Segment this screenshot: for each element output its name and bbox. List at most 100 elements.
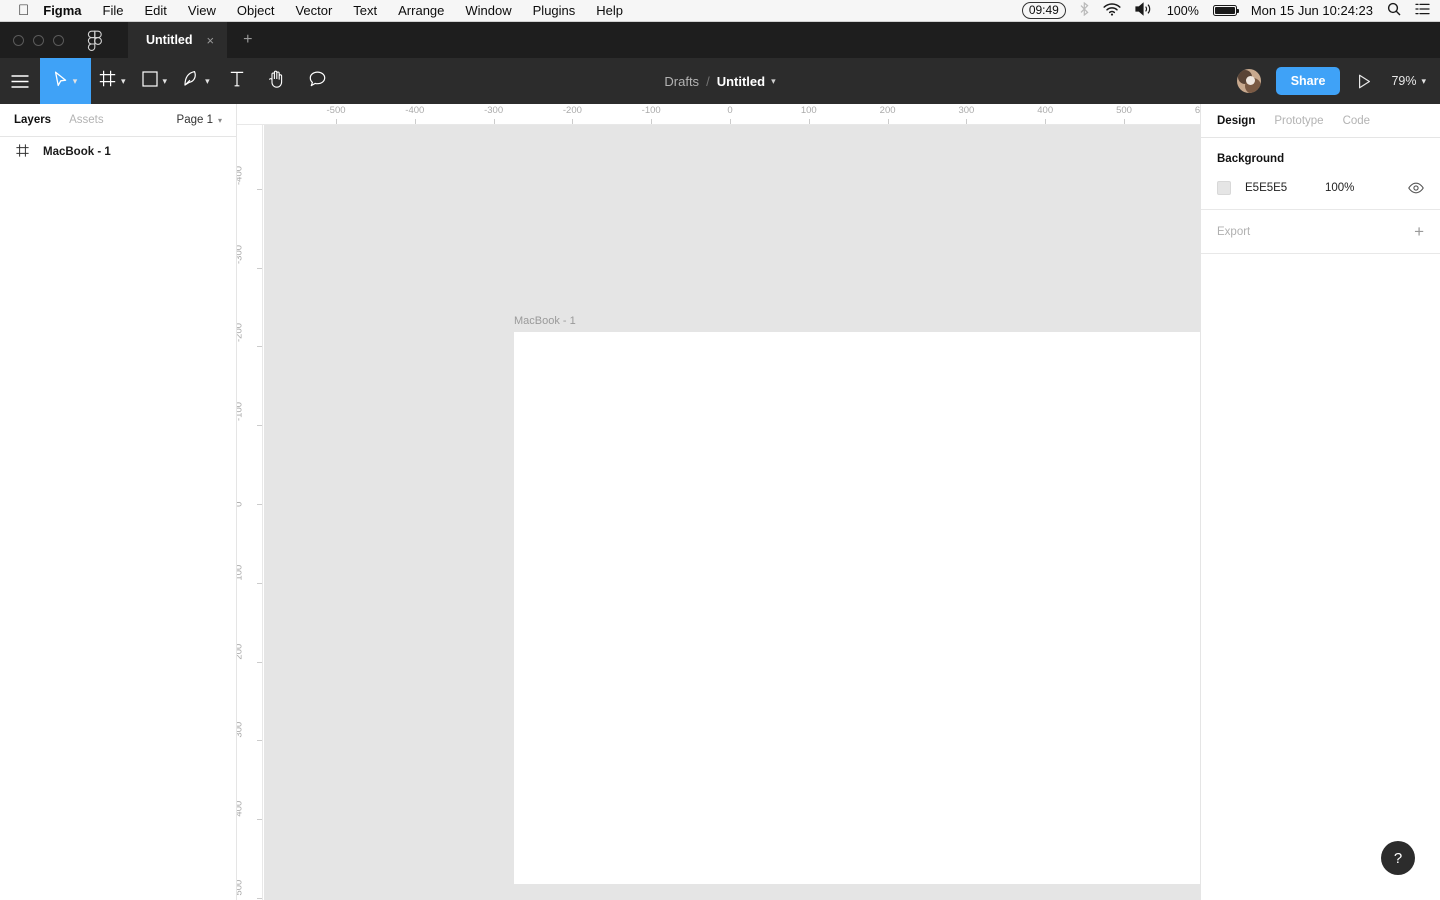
user-avatar[interactable] — [1236, 68, 1262, 94]
frame-icon — [99, 70, 116, 92]
search-icon[interactable] — [1387, 2, 1401, 19]
comment-icon — [309, 71, 326, 92]
add-export-button[interactable]: + — [1414, 223, 1424, 240]
menu-text[interactable]: Text — [353, 3, 377, 18]
ruler-tick-label: -100 — [237, 402, 245, 421]
close-icon[interactable]: × — [207, 33, 215, 48]
file-tab-untitled[interactable]: Untitled × — [128, 22, 227, 58]
ruler-tick-label: 500 — [237, 880, 245, 896]
zoom-level-value: 79% — [1391, 74, 1416, 88]
help-button[interactable]: ? — [1381, 841, 1415, 875]
menu-plugins[interactable]: Plugins — [533, 3, 576, 18]
share-button[interactable]: Share — [1276, 67, 1341, 95]
ruler-tick-label: -300 — [484, 105, 503, 116]
chevron-down-icon[interactable]: ▾ — [205, 76, 210, 87]
menu-object[interactable]: Object — [237, 3, 275, 18]
background-opacity-value[interactable]: 100% — [1325, 182, 1354, 194]
background-hex-value[interactable]: E5E5E5 — [1245, 182, 1309, 194]
ruler-tick — [257, 425, 262, 426]
main-menu-button[interactable] — [0, 58, 40, 104]
color-swatch[interactable] — [1217, 181, 1231, 195]
chevron-down-icon: ▾ — [218, 116, 222, 125]
tab-design[interactable]: Design — [1217, 115, 1255, 127]
list-item[interactable]: MacBook - 1 — [0, 137, 236, 167]
pen-icon — [183, 70, 200, 92]
shape-tool-button[interactable]: ▾ — [134, 58, 176, 104]
figma-logo-icon[interactable] — [87, 30, 103, 50]
menu-vector[interactable]: Vector — [295, 3, 332, 18]
ruler-tick — [730, 119, 731, 124]
hand-tool-button[interactable] — [256, 58, 297, 104]
horizontal-ruler: -500-400-300-200-1000100200300400500600 — [237, 104, 1200, 125]
eye-icon[interactable] — [1408, 182, 1424, 194]
menu-window[interactable]: Window — [465, 3, 511, 18]
ruler-tick-label: 100 — [801, 105, 817, 116]
frame-macbook-1[interactable] — [514, 332, 1200, 884]
ruler-tick — [257, 740, 262, 741]
page-selector[interactable]: Page 1 ▾ — [177, 114, 222, 126]
move-tool-button[interactable]: ▾ — [40, 58, 91, 104]
vertical-ruler: -400-300-200-1000100200300400500 — [237, 125, 263, 900]
tab-layers[interactable]: Layers — [14, 114, 51, 126]
ruler-tick — [415, 119, 416, 124]
timer-indicator[interactable]: 09:49 — [1022, 2, 1066, 19]
menu-figma[interactable]: Figma — [43, 3, 81, 18]
apple-icon[interactable]:  — [18, 3, 29, 18]
chevron-down-icon[interactable]: ▾ — [771, 76, 776, 87]
tab-prototype[interactable]: Prototype — [1274, 115, 1323, 127]
figma-toolbar: ▾ ▾ ▾ ▾ — [0, 58, 1440, 104]
maximize-window-button[interactable] — [53, 35, 64, 46]
chevron-down-icon[interactable]: ▾ — [121, 76, 126, 87]
pen-tool-button[interactable]: ▾ — [175, 58, 218, 104]
ruler-tick-label: 100 — [237, 565, 245, 581]
frame-label[interactable]: MacBook - 1 — [514, 315, 576, 327]
tab-code[interactable]: Code — [1343, 115, 1371, 127]
text-tool-button[interactable] — [218, 58, 256, 104]
rectangle-icon — [142, 71, 158, 92]
present-button[interactable] — [1358, 74, 1371, 89]
list-icon[interactable] — [1415, 3, 1430, 18]
ruler-tick-label: 200 — [880, 105, 896, 116]
close-window-button[interactable] — [13, 35, 24, 46]
breadcrumb-project[interactable]: Drafts — [664, 74, 699, 89]
ruler-tick — [1045, 119, 1046, 124]
ruler-tick — [257, 189, 262, 190]
canvas-area[interactable]: MacBook - 1 -500-400-300-200-10001002003… — [237, 104, 1200, 900]
export-section: Export + — [1201, 210, 1440, 254]
ruler-tick-label: 200 — [237, 643, 245, 659]
menu-bar-clock[interactable]: Mon 15 Jun 10:24:23 — [1251, 3, 1373, 18]
chevron-down-icon[interactable]: ▾ — [163, 76, 168, 87]
ruler-tick-label: 300 — [237, 722, 245, 738]
zoom-level-button[interactable]: 79% ▾ — [1391, 74, 1426, 88]
menu-edit[interactable]: Edit — [145, 3, 167, 18]
figma-tab-bar: Untitled × + — [0, 22, 1440, 58]
frame-tool-button[interactable]: ▾ — [91, 58, 134, 104]
background-color-row: E5E5E5 100% — [1217, 181, 1424, 195]
bluetooth-icon[interactable] — [1080, 2, 1089, 19]
ruler-tick — [257, 346, 262, 347]
minimize-window-button[interactable] — [33, 35, 44, 46]
ruler-tick-label: -200 — [563, 105, 582, 116]
menu-arrange[interactable]: Arrange — [398, 3, 444, 18]
ruler-tick — [494, 119, 495, 124]
volume-icon[interactable] — [1135, 2, 1153, 19]
breadcrumb-file-name[interactable]: Untitled — [717, 74, 765, 89]
ruler-tick-label: -200 — [237, 323, 245, 342]
wifi-icon[interactable] — [1103, 3, 1121, 19]
layers-panel: Layers Assets Page 1 ▾ MacBook - 1 — [0, 104, 237, 900]
menu-view[interactable]: View — [188, 3, 216, 18]
battery-percentage: 100% — [1167, 4, 1199, 18]
ruler-tick-label: -300 — [237, 245, 245, 264]
ruler-tick-label: -400 — [237, 166, 245, 185]
new-tab-button[interactable]: + — [243, 31, 252, 49]
breadcrumb-separator: / — [706, 74, 710, 89]
comment-tool-button[interactable] — [297, 58, 338, 104]
ruler-tick-label: 400 — [237, 801, 245, 817]
menu-help[interactable]: Help — [596, 3, 623, 18]
chevron-down-icon[interactable]: ▾ — [1421, 76, 1426, 87]
ruler-tick — [257, 819, 262, 820]
battery-icon[interactable] — [1213, 5, 1237, 16]
chevron-down-icon[interactable]: ▾ — [73, 76, 78, 87]
menu-file[interactable]: File — [103, 3, 124, 18]
tab-assets[interactable]: Assets — [69, 114, 104, 126]
